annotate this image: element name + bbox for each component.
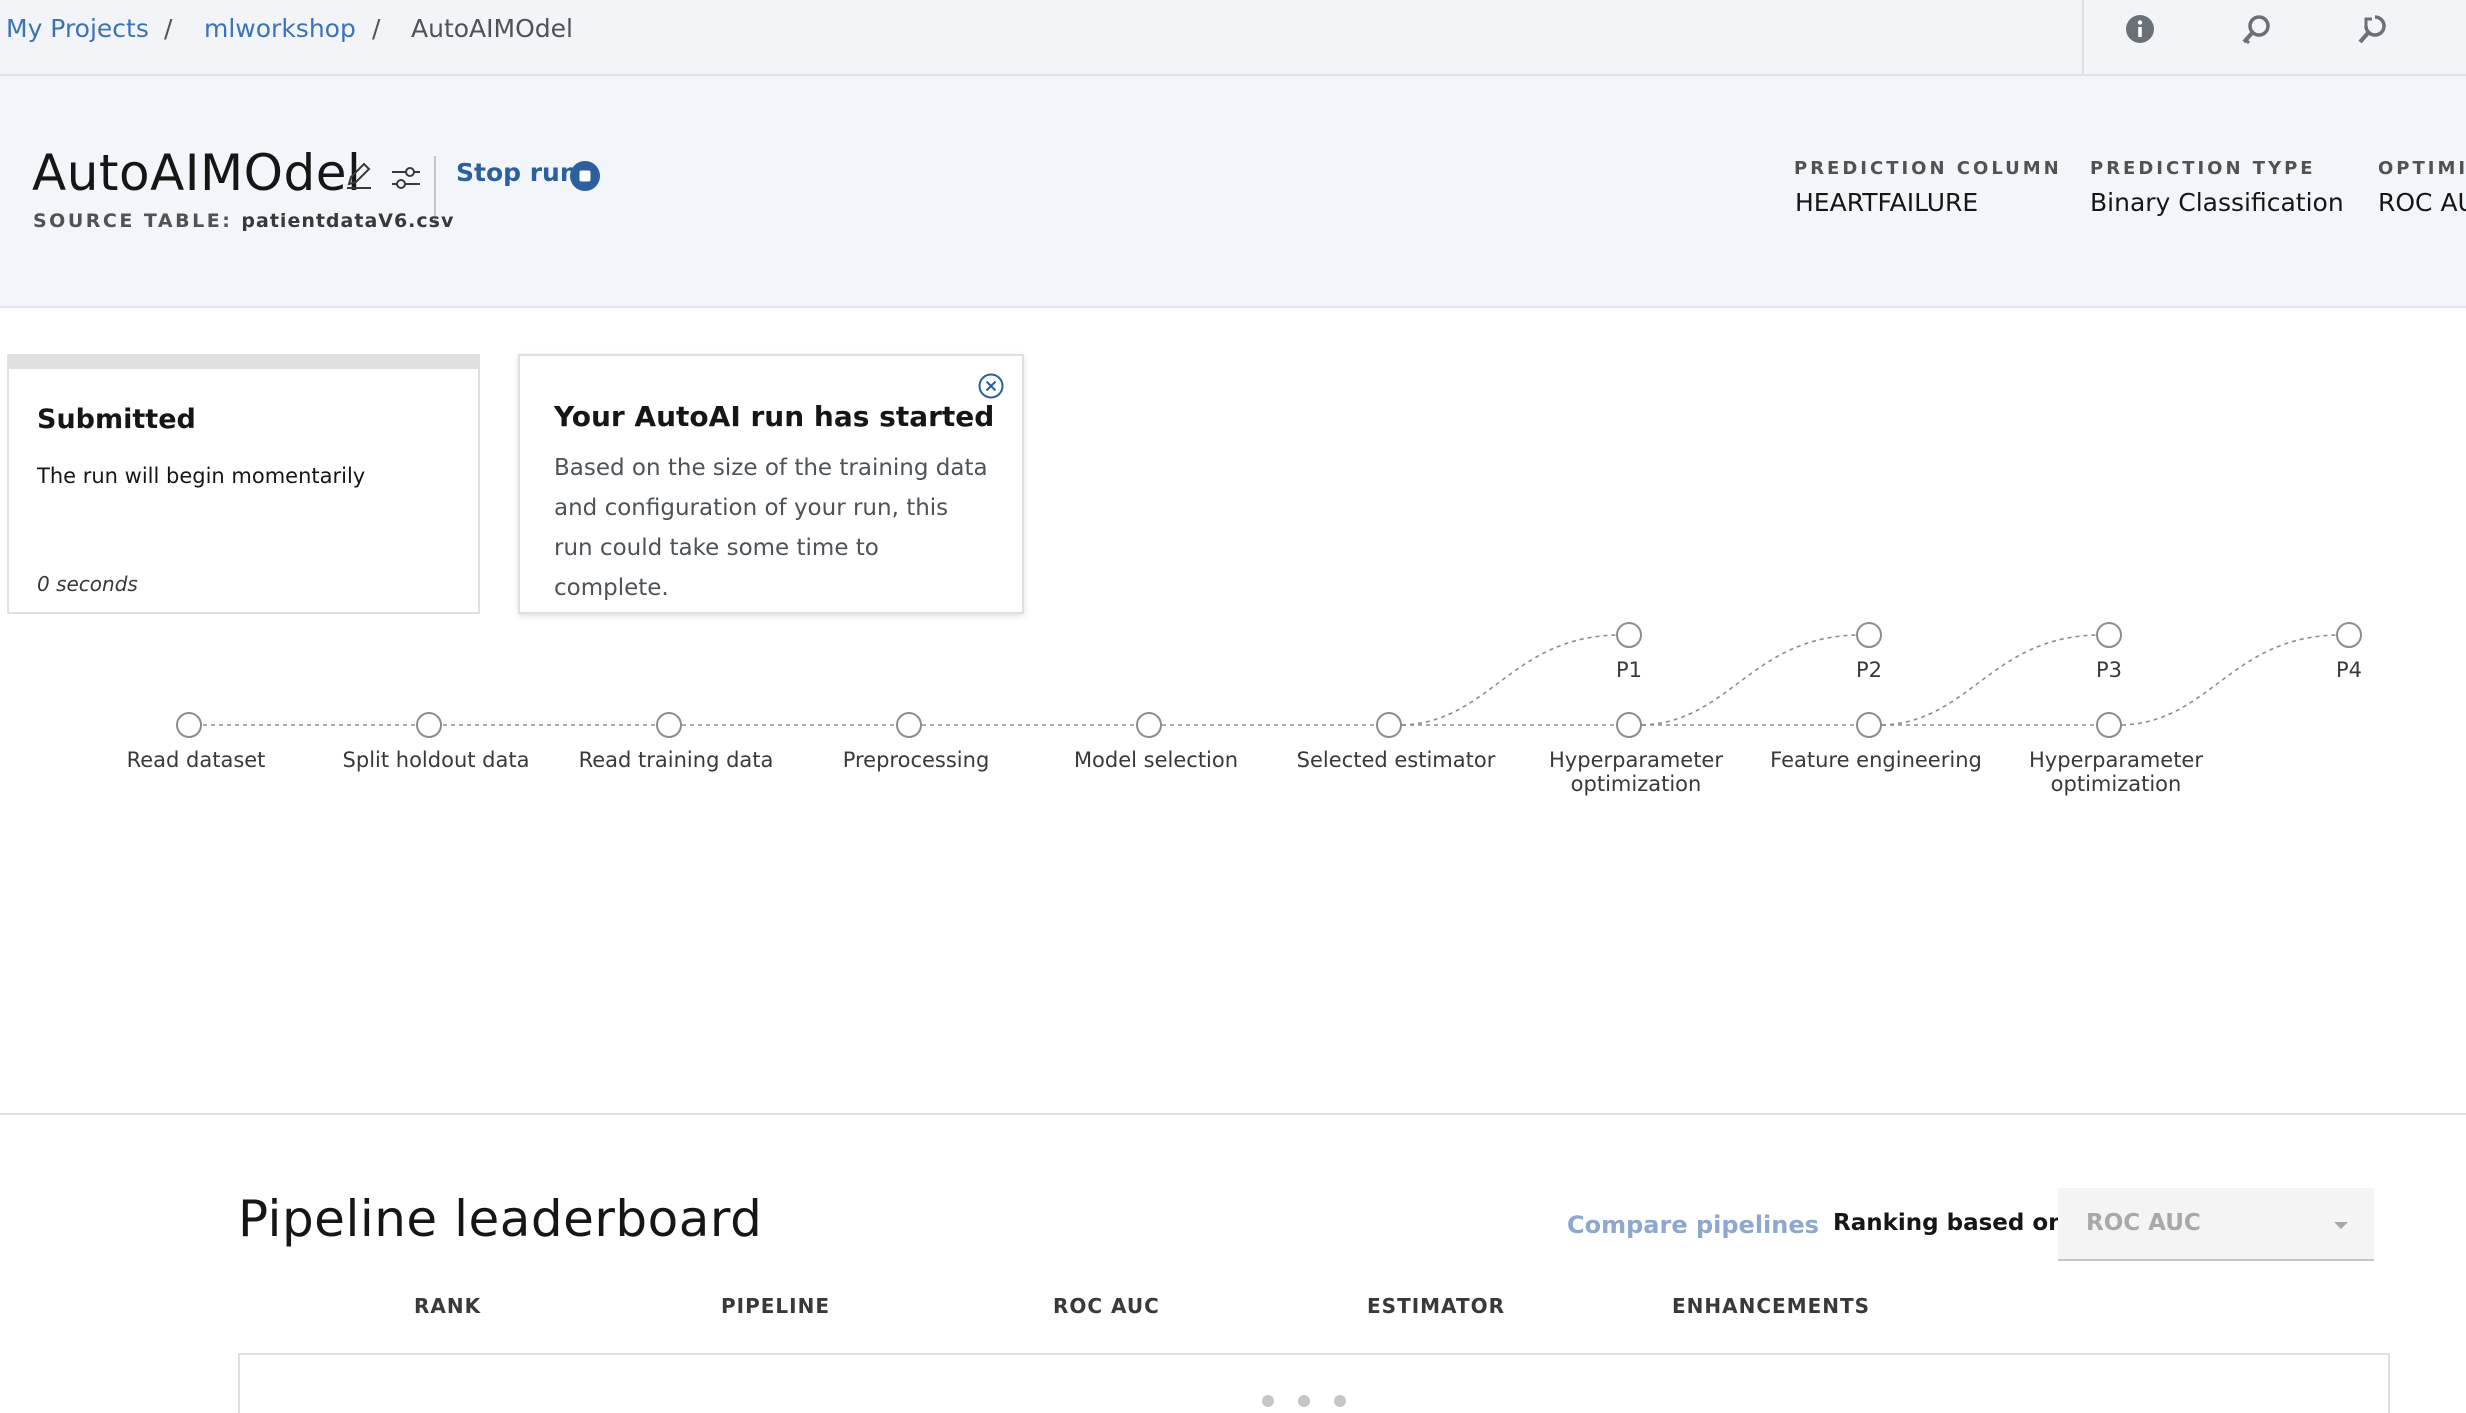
source-table-label: SOURCE TABLE:: [33, 210, 233, 232]
stop-run-button[interactable]: Stop run: [456, 158, 578, 187]
stop-icon[interactable]: [569, 160, 601, 192]
run-status-card: Submitted The run will begin momentarily…: [7, 354, 480, 614]
step-node-read-dataset: [176, 712, 202, 738]
step-label-read-dataset: Read dataset: [126, 748, 266, 772]
breadcrumb-mlworkshop[interactable]: mlworkshop: [204, 14, 356, 43]
status-description: The run will begin momentarily: [37, 464, 366, 488]
pipeline-node-p2: [1856, 622, 1882, 648]
source-table: SOURCE TABLE: patientdataV6.csv: [33, 210, 454, 232]
step-label-feature-engineering: Feature engineering: [1770, 748, 1982, 772]
step-label-read-training: Read training data: [578, 748, 774, 772]
search-key-icon[interactable]: [2238, 13, 2274, 49]
edit-pencil-icon[interactable]: [344, 160, 374, 190]
elapsed-time: 0 seconds: [37, 572, 138, 596]
pipeline-label-p2: P2: [1855, 658, 1883, 682]
step-label-split-holdout: Split holdout data: [342, 748, 530, 772]
run-header: AutoAIMOdel Stop run SOURCE TABLE: patie…: [0, 76, 2466, 308]
close-icon[interactable]: [976, 371, 1006, 401]
pipeline-connectors: [203, 634, 2337, 726]
breadcrumb-current: AutoAIMOdel: [411, 14, 573, 43]
step-label-preprocessing: Preprocessing: [842, 748, 990, 772]
leaderboard-title: Pipeline leaderboard: [238, 1190, 763, 1248]
breadcrumb-my-projects[interactable]: My Projects: [6, 14, 149, 43]
run-started-notification: Your AutoAI run has started Based on the…: [518, 354, 1024, 614]
step-node-hpo-1: [1616, 712, 1642, 738]
model-name: AutoAIMOdel: [32, 144, 362, 202]
ranking-label: Ranking based on:: [1833, 1210, 2074, 1236]
leaderboard-table: [238, 1353, 2390, 1413]
column-header-enhancements[interactable]: ENHANCEMENTS: [1672, 1294, 1870, 1318]
prediction-column-value: HEARTFAILURE: [1795, 188, 1979, 217]
step-label-model-selection: Model selection: [1073, 748, 1239, 772]
step-node-read-training: [656, 712, 682, 738]
pipeline-label-p4: P4: [2335, 658, 2363, 682]
prediction-type-value: Binary Classification: [2090, 188, 2344, 217]
column-header-pipeline[interactable]: PIPELINE: [721, 1294, 830, 1318]
status-title: Submitted: [37, 404, 196, 435]
optimized-metric-label: OPTIMIZ: [2378, 158, 2466, 179]
stop-run-label: Stop run: [456, 158, 578, 187]
compare-pipelines-button[interactable]: Compare pipelines: [1567, 1211, 1819, 1239]
pipeline-node-p3: [2096, 622, 2122, 648]
step-label-hpo-1: Hyperparameter optimization: [1549, 748, 1723, 796]
loading-dot: [1298, 1395, 1310, 1407]
breadcrumb-separator: /: [372, 14, 381, 43]
topbar-divider: [2082, 0, 2084, 74]
pipeline-label-p3: P3: [2095, 658, 2123, 682]
step-node-preprocessing: [896, 712, 922, 738]
step-node-split-holdout: [416, 712, 442, 738]
pipeline-label-p1: P1: [1615, 658, 1643, 682]
info-icon[interactable]: [2122, 13, 2158, 49]
step-node-feature-engineering: [1856, 712, 1882, 738]
loading-dot: [1334, 1395, 1346, 1407]
breadcrumb-separator: /: [164, 14, 173, 43]
column-header-estimator[interactable]: ESTIMATOR: [1367, 1294, 1505, 1318]
step-node-hpo-2: [2096, 712, 2122, 738]
prediction-type-label: PREDICTION TYPE: [2090, 158, 2316, 179]
chevron-down-icon: [2334, 1222, 2348, 1229]
step-node-model-selection: [1136, 712, 1162, 738]
step-node-selected-estimator: [1376, 712, 1402, 738]
column-header-rank[interactable]: RANK: [414, 1294, 481, 1318]
ranking-metric-select[interactable]: ROC AUC: [2058, 1188, 2374, 1261]
prediction-column-label: PREDICTION COLUMN: [1794, 158, 2062, 179]
notification-title: Your AutoAI run has started: [554, 400, 995, 433]
step-label-hpo-2: Hyperparameter optimization: [2029, 748, 2203, 796]
search-refresh-icon[interactable]: [2354, 13, 2390, 49]
pipeline-node-p1: [1616, 622, 1642, 648]
settings-sliders-icon[interactable]: [390, 164, 422, 194]
optimized-metric-value: ROC AU: [2378, 188, 2466, 217]
section-divider: [0, 1113, 2466, 1115]
step-label-selected-estimator: Selected estimator: [1296, 748, 1496, 772]
ranking-metric-value: ROC AUC: [2086, 1210, 2201, 1236]
top-bar: My Projects / mlworkshop / AutoAIMOdel: [0, 0, 2466, 76]
pipeline-node-p4: [2336, 622, 2362, 648]
notification-body: Based on the size of the training data a…: [554, 455, 988, 601]
loading-dot: [1262, 1395, 1274, 1407]
source-table-value: patientdataV6.csv: [241, 210, 455, 232]
progress-strip: [9, 356, 478, 369]
column-header-roc-auc[interactable]: ROC AUC: [1053, 1294, 1160, 1318]
